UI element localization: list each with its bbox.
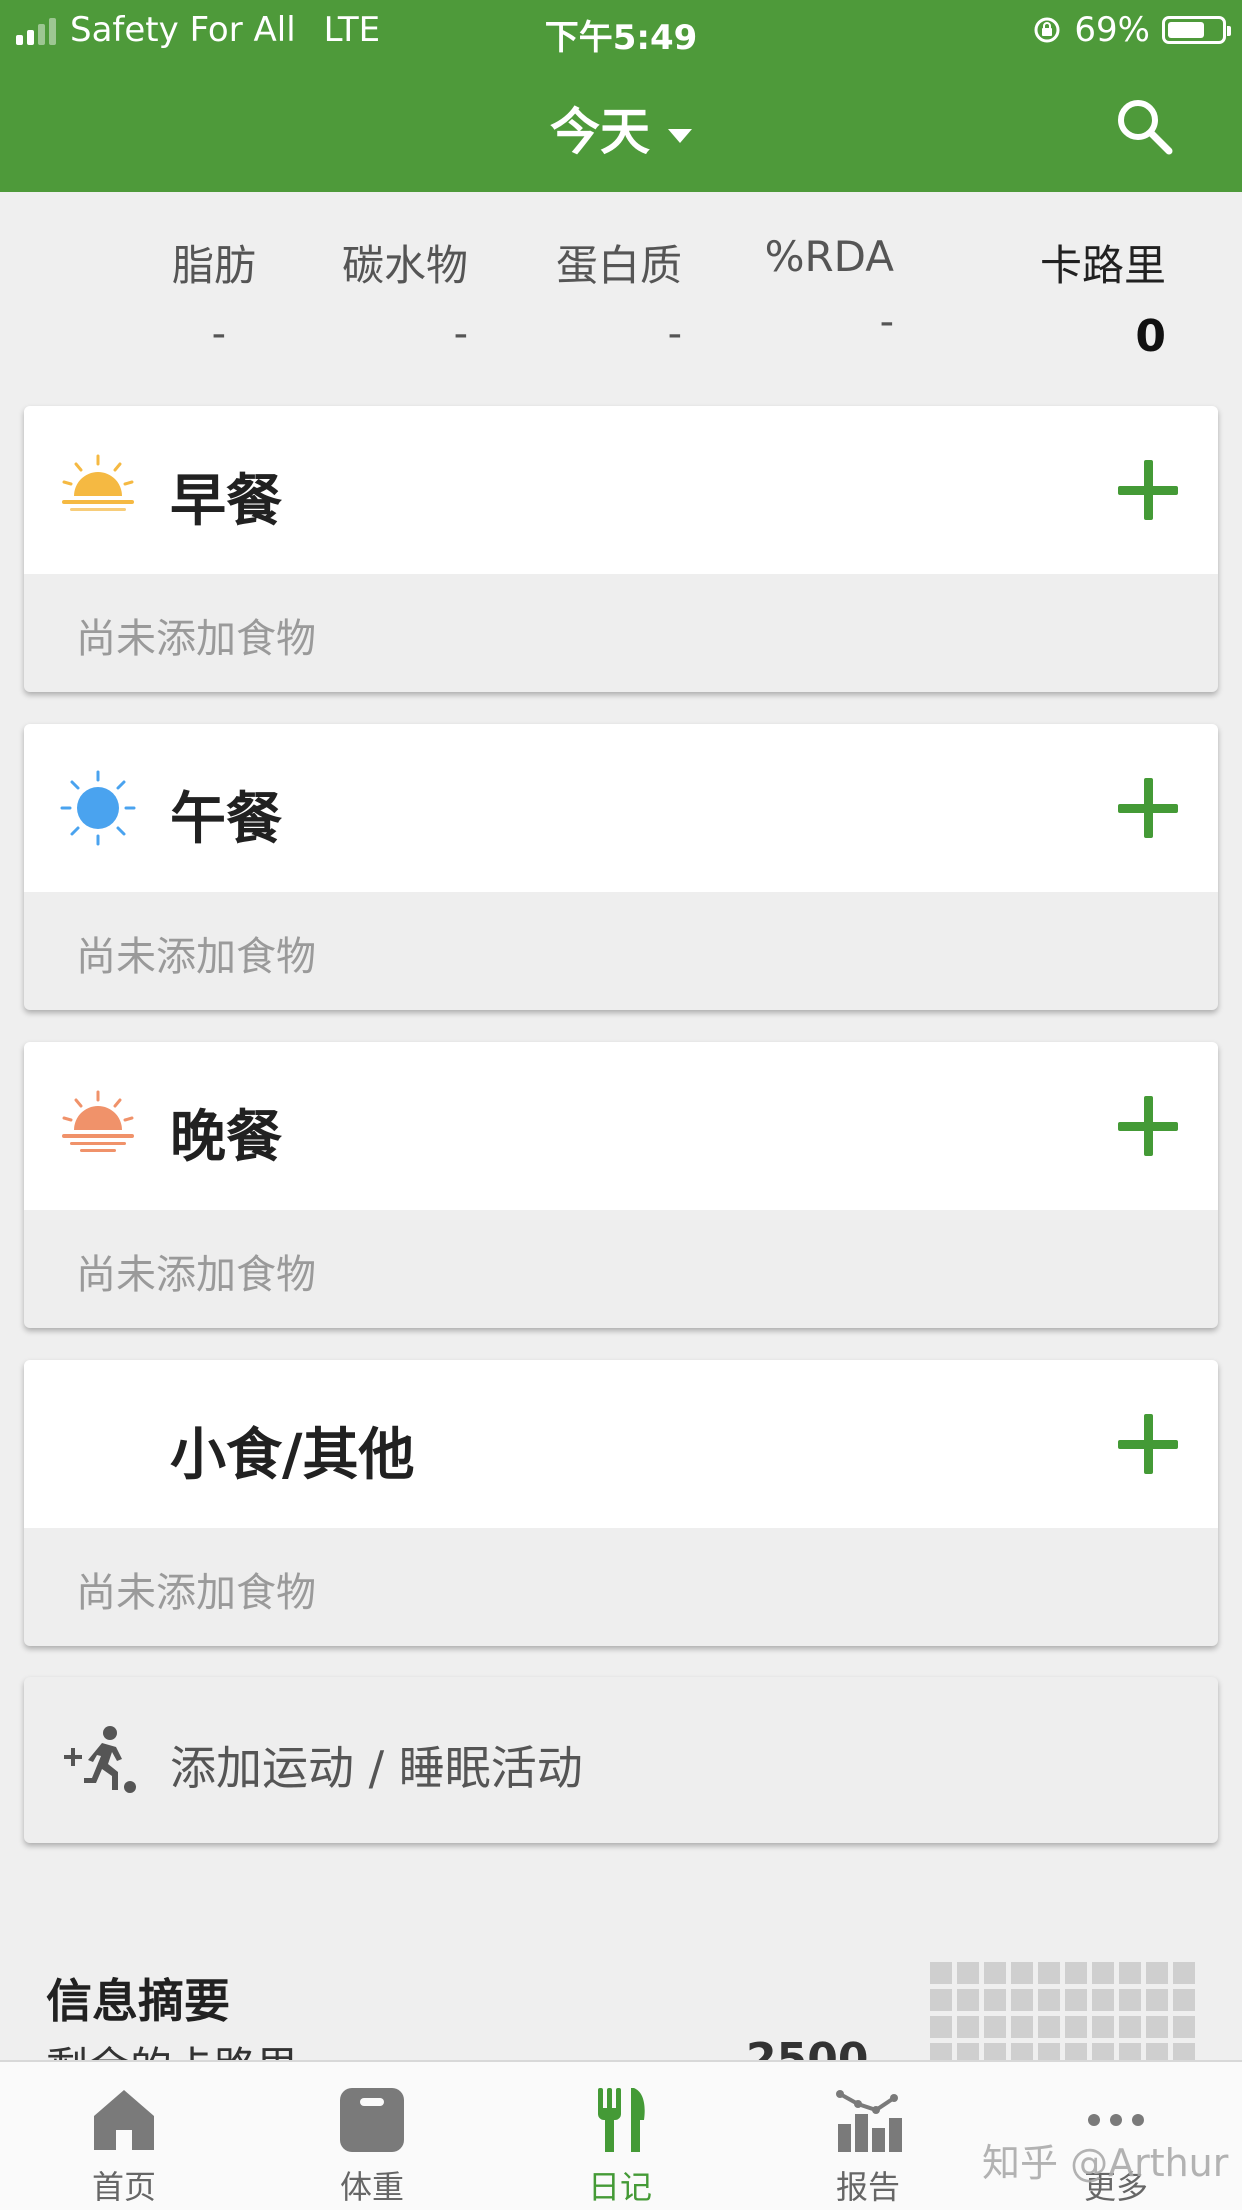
sunrise-icon — [62, 454, 134, 511]
grid-cell — [1146, 1989, 1168, 2011]
grid-cell — [1119, 1989, 1141, 2011]
nutrient-value: - — [667, 311, 682, 357]
grid-cell — [984, 1989, 1006, 2011]
home-icon — [94, 2090, 154, 2150]
add-activity-button[interactable]: 添加运动 / 睡眠活动 — [24, 1677, 1218, 1843]
app-header: Safety For All LTE 下午5:49 69% 今天 — [0, 0, 1242, 192]
add-exercise-icon — [64, 1726, 136, 1793]
battery-icon — [1162, 16, 1231, 44]
grid-cell — [1065, 1962, 1087, 1984]
grid-cell — [1119, 2016, 1141, 2038]
nutrient-calories: 卡路里 0 — [1040, 232, 1166, 362]
grid-cell — [1146, 1962, 1168, 1984]
nutrient-value: - — [211, 311, 226, 357]
empty-food-text: 尚未添加食物 — [76, 934, 316, 980]
grid-cell — [1092, 1989, 1114, 2011]
nutrient-value: - — [879, 299, 894, 345]
grid-cell — [1173, 1962, 1195, 1984]
add-activity-label: 添加运动 / 睡眠活动 — [170, 1741, 583, 1795]
summary-title: 信息摘要 — [46, 1974, 230, 2028]
meal-card-breakfast[interactable]: 早餐 尚未添加食物 — [24, 406, 1218, 692]
add-food-icon[interactable] — [1118, 1414, 1178, 1474]
grid-cell — [1173, 1989, 1195, 2011]
grid-cell — [1173, 2016, 1195, 2038]
meal-title: 早餐 — [170, 469, 282, 534]
grid-cell — [1146, 2016, 1168, 2038]
meal-header[interactable]: 小食/其他 — [24, 1360, 1218, 1528]
nutrient-fat: 脂肪 - — [172, 232, 256, 357]
grid-cell — [1038, 1962, 1060, 1984]
fork-knife-icon — [598, 2088, 645, 2152]
nav-reports[interactable]: 报告 — [744, 2062, 992, 2210]
meal-title: 午餐 — [170, 787, 282, 852]
add-food-icon[interactable] — [1118, 778, 1178, 838]
grid-cell — [957, 1989, 979, 2011]
meal-header[interactable]: 午餐 — [24, 724, 1218, 892]
grid-cell — [1038, 2016, 1060, 2038]
nutrient-value: - — [453, 311, 468, 357]
empty-food-text: 尚未添加食物 — [76, 616, 316, 662]
meal-title: 小食/其他 — [170, 1423, 415, 1488]
grid-cell — [930, 2016, 952, 2038]
nutrient-label: 脂肪 — [171, 241, 256, 290]
grid-cell — [1011, 1962, 1033, 1984]
empty-food-text: 尚未添加食物 — [76, 1252, 316, 1298]
meal-header[interactable]: 早餐 — [24, 406, 1218, 574]
nutrition-summary: 脂肪 - 碳水物 - 蛋白质 - %RDA - 卡路里 0 — [0, 192, 1242, 402]
nutrient-label: %RDA — [764, 232, 894, 281]
scale-icon — [340, 2088, 404, 2152]
caret-down-icon — [668, 128, 692, 143]
grid-cell — [1119, 1962, 1141, 1984]
grid-cell — [984, 2016, 1006, 2038]
grid-cell — [1092, 2016, 1114, 2038]
grid-cell — [1011, 2016, 1033, 2038]
sunset-icon — [62, 1090, 134, 1152]
grid-cell — [1065, 2016, 1087, 2038]
empty-food-text: 尚未添加食物 — [76, 1570, 316, 1616]
battery-percent: 69% — [1074, 10, 1150, 50]
nav-label: 体重 — [339, 2168, 404, 2206]
meal-header[interactable]: 晚餐 — [24, 1042, 1218, 1210]
nav-label: 日记 — [587, 2168, 652, 2206]
nav-label: 首页 — [91, 2168, 156, 2206]
nav-weight[interactable]: 体重 — [248, 2062, 496, 2210]
nutrient-value: 0 — [1135, 311, 1166, 362]
date-selector[interactable]: 今天 — [0, 92, 1242, 164]
nutrient-protein: 蛋白质 - — [556, 232, 682, 357]
meal-card-snacks[interactable]: 小食/其他 尚未添加食物 — [24, 1360, 1218, 1646]
add-food-icon[interactable] — [1118, 1096, 1178, 1156]
status-bar: Safety For All LTE 下午5:49 69% — [0, 0, 1242, 62]
grid-cell — [1038, 1989, 1060, 2011]
watermark: 知乎 @Arthur — [982, 2141, 1229, 2185]
meal-card-lunch[interactable]: 午餐 尚未添加食物 — [24, 724, 1218, 1010]
sun-icon — [60, 770, 136, 846]
grid-cell — [930, 1962, 952, 1984]
nav-diary[interactable]: 日记 — [496, 2062, 744, 2210]
grid-cell — [984, 1962, 1006, 1984]
grid-cell — [957, 2016, 979, 2038]
nutrient-label: 蛋白质 — [555, 241, 682, 290]
nav-home[interactable]: 首页 — [0, 2062, 248, 2210]
nutrient-carbs: 碳水物 - — [342, 232, 468, 357]
rotation-lock-icon — [1034, 17, 1060, 43]
page-title: 今天 — [550, 103, 650, 161]
grid-cell — [930, 1989, 952, 2011]
chart-icon — [836, 2090, 902, 2152]
search-icon[interactable] — [1112, 94, 1176, 158]
nav-label: 报告 — [835, 2168, 900, 2206]
moon-icon — [84, 1420, 108, 1468]
grid-cell — [1092, 1962, 1114, 1984]
nutrient-label: 卡路里 — [1039, 241, 1166, 290]
meal-card-dinner[interactable]: 晚餐 尚未添加食物 — [24, 1042, 1218, 1328]
grid-cell — [1065, 1989, 1087, 2011]
add-food-icon[interactable] — [1118, 460, 1178, 520]
meal-title: 晚餐 — [170, 1105, 282, 1170]
nutrient-label: 碳水物 — [341, 241, 468, 290]
nutrient-rda: %RDA - — [765, 232, 894, 345]
grid-cell — [957, 1962, 979, 1984]
grid-cell — [1011, 1989, 1033, 2011]
